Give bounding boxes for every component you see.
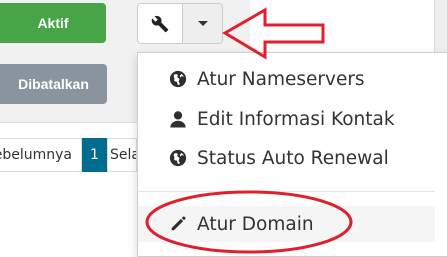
- menu-item-label: Atur Nameservers: [197, 68, 365, 90]
- menu-item-contact-info[interactable]: Edit Informasi Kontak: [138, 101, 435, 137]
- globe-icon: [169, 149, 187, 167]
- wrench-icon: [151, 15, 169, 32]
- caret-down-icon: [197, 21, 208, 26]
- wrench-button[interactable]: [137, 3, 183, 44]
- menu-divider: [138, 191, 435, 192]
- pagination: Sebelumnya 1 Selanjutnya: [0, 138, 137, 172]
- pagination-page-current[interactable]: 1: [82, 138, 107, 172]
- globe-icon: [169, 70, 187, 88]
- menu-item-label: Status Auto Renewal: [197, 147, 389, 169]
- menu-item-auto-renewal[interactable]: Status Auto Renewal: [138, 140, 435, 176]
- menu-item-nameservers[interactable]: Atur Nameservers: [138, 61, 435, 97]
- menu-item-label: Atur Domain: [197, 213, 314, 235]
- pagination-next-button[interactable]: Selanjutnya: [107, 138, 137, 172]
- domain-actions-button-group: [137, 3, 223, 44]
- status-filter-cancelled-button[interactable]: Dibatalkan: [0, 64, 107, 104]
- divider-line: [0, 122, 138, 123]
- pencil-icon: [171, 216, 186, 231]
- dropdown-toggle-button[interactable]: [183, 3, 223, 44]
- domain-actions-menu: Atur Nameservers Edit Informasi Kontak S…: [137, 52, 447, 257]
- pagination-prev-button[interactable]: Sebelumnya: [0, 138, 82, 172]
- status-filter-active-button[interactable]: Aktif: [0, 3, 106, 43]
- user-icon: [170, 111, 186, 128]
- menu-item-manage-domain[interactable]: Atur Domain: [138, 206, 435, 242]
- menu-item-label: Edit Informasi Kontak: [197, 108, 395, 130]
